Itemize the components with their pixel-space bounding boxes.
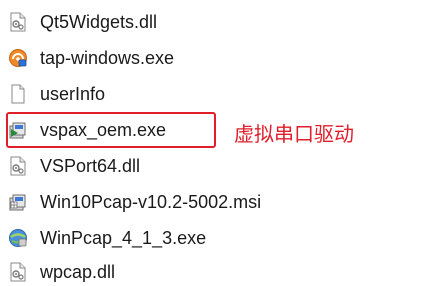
blank-file-icon [11, 84, 25, 104]
file-name: userInfo [40, 84, 106, 104]
list-item[interactable]: userInfo [0, 80, 443, 108]
file-name: tap-windows.exe [40, 48, 175, 68]
setup-exe-icon [9, 229, 27, 247]
dll-file-icon [10, 12, 26, 32]
list-item[interactable]: Win10Pcap-v10.2-5002.msi [0, 188, 443, 216]
file-list: Qt5Widgets.dll tap-windows.exe userInfo … [0, 0, 443, 286]
file-name: WinPcap_4_1_3.exe [40, 228, 207, 248]
list-item[interactable]: Qt5Widgets.dll [0, 8, 443, 36]
list-item[interactable]: WinPcap_4_1_3.exe [0, 224, 443, 252]
tap-windows-exe-icon [9, 49, 27, 67]
file-name: wpcap.dll [40, 262, 116, 282]
dll-file-icon [10, 156, 26, 176]
dll-file-icon [10, 262, 26, 282]
file-name: Win10Pcap-v10.2-5002.msi [40, 192, 262, 212]
annotation-label: 虚拟串口驱动 [234, 122, 354, 146]
highlight-box [6, 112, 216, 148]
list-item[interactable]: VSPort64.dll [0, 152, 443, 180]
list-item[interactable]: tap-windows.exe [0, 44, 443, 72]
msi-installer-icon [9, 194, 26, 211]
file-name: Qt5Widgets.dll [40, 12, 158, 32]
list-item[interactable]: wpcap.dll [0, 258, 443, 286]
file-name: VSPort64.dll [40, 156, 141, 176]
